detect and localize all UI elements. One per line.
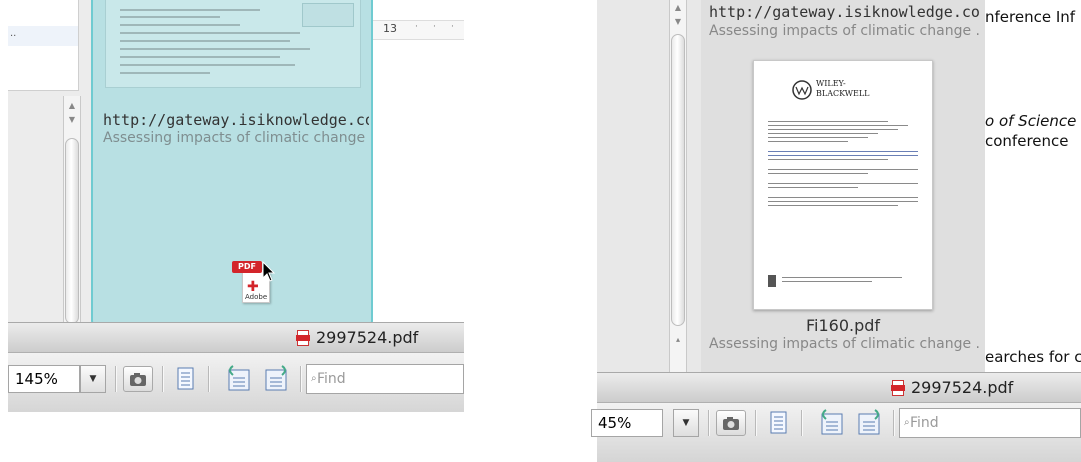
- selected-file-item[interactable]: http://gateway.isiknowledge.co... Assess…: [91, 0, 373, 326]
- file-item-subtitle: Assessing impacts of climatic change ...: [103, 130, 369, 146]
- page-icon: [770, 411, 787, 434]
- find-field[interactable]: ⌕ Find: [306, 364, 464, 394]
- page-button[interactable]: [171, 366, 201, 392]
- file-drawer: http://gateway.isiknowledge.co... Assess…: [701, 0, 985, 372]
- import-button[interactable]: [816, 408, 846, 435]
- zoom-value: 145%: [15, 370, 58, 388]
- scroll-marker-icon: ▴: [675, 335, 680, 344]
- logo-line2: BLACKWELL: [816, 89, 870, 98]
- document-page: nference Inf o of Science conference ear…: [985, 0, 1081, 372]
- chevron-down-icon: ▼: [682, 418, 690, 428]
- status-filename: 2997524.pdf: [316, 328, 419, 347]
- pdf-badge: PDF: [232, 261, 262, 273]
- logo-line1: WILEY-: [816, 79, 846, 88]
- find-placeholder: Find: [910, 415, 939, 431]
- file-item-title[interactable]: Fi160.pdf: [701, 316, 985, 335]
- export-button[interactable]: [260, 364, 290, 391]
- status-file[interactable]: 2997524.pdf: [296, 328, 418, 347]
- scroll-up-arrow-icon[interactable]: ▲: [64, 100, 80, 112]
- find-placeholder: Find: [317, 371, 346, 387]
- left-scrollbar[interactable]: ▲ ▼: [63, 96, 81, 324]
- thumb-footer-mark: [768, 275, 776, 287]
- ruler: 13 · · ·: [373, 20, 464, 40]
- scroll-thumb[interactable]: [671, 34, 685, 326]
- zoom-input[interactable]: 45%: [591, 409, 663, 437]
- chevron-down-icon: ▼: [89, 374, 97, 384]
- camera-icon: [723, 417, 739, 430]
- page-button[interactable]: [764, 410, 794, 436]
- toolbar: 145% ▼ ⌕ Find: [8, 352, 464, 412]
- page-icon: [177, 367, 194, 390]
- file-item-subtitle: Assessing impacts of climatic change ...: [709, 336, 979, 352]
- left-document-page: ..: [8, 0, 79, 91]
- cursor-arrow-icon: [262, 261, 276, 282]
- zoom-dropdown[interactable]: ▼: [80, 365, 106, 393]
- file-item-subtitle: Assessing impacts of climatic change ...: [709, 23, 979, 39]
- search-icon: ⌕: [904, 417, 910, 428]
- scroll-down-arrow-icon[interactable]: ▼: [64, 114, 80, 126]
- camera-button[interactable]: [716, 410, 746, 436]
- scroll-thumb[interactable]: [65, 138, 79, 324]
- camera-icon: [130, 373, 146, 386]
- right-scrollbar[interactable]: ▲ ▼ ▴: [669, 0, 687, 372]
- doc-text-line: nference Inf: [985, 8, 1076, 26]
- adobe-label: Adobe: [245, 293, 268, 301]
- export-icon: [265, 365, 287, 391]
- left-doc-highlight: [8, 26, 78, 46]
- export-icon: [858, 409, 880, 435]
- camera-button[interactable]: [123, 366, 153, 392]
- status-filename: 2997524.pdf: [911, 378, 1014, 397]
- export-button[interactable]: [853, 408, 883, 435]
- ruler-number: 13: [383, 22, 397, 35]
- import-icon: [821, 409, 843, 435]
- scroll-up-arrow-icon[interactable]: ▲: [670, 2, 686, 14]
- wiley-logo-icon: [792, 80, 812, 100]
- status-bar: 2997524.pdf: [8, 322, 464, 353]
- search-icon: ⌕: [311, 373, 317, 384]
- ruler-tick: ·: [415, 22, 418, 32]
- ruler-tick: ·: [451, 22, 454, 32]
- import-icon: [228, 365, 250, 391]
- toolbar: 45% ▼ ⌕ Find: [591, 402, 1081, 462]
- left-doc-ellipsis: ..: [10, 28, 17, 39]
- doc-text-line: earches for c: [985, 348, 1081, 366]
- find-field[interactable]: ⌕ Find: [899, 408, 1081, 438]
- left-window: .. ▲ ▼ 13 · · · http://gateway.isiknowle…: [8, 0, 464, 412]
- pdf-file-icon: [891, 380, 905, 396]
- scroll-down-arrow-icon[interactable]: ▼: [670, 16, 686, 28]
- import-button[interactable]: [223, 364, 253, 391]
- right-document-page: 13 · · ·: [373, 0, 464, 322]
- ruler-tick: ·: [433, 22, 436, 32]
- pdf-file-icon: [296, 330, 310, 346]
- preview-box: [302, 3, 354, 27]
- zoom-input[interactable]: 145%: [8, 365, 80, 393]
- file-item-title: http://gateway.isiknowledge.co...: [103, 111, 369, 129]
- dragged-pdf-file[interactable]: ✚ Adobe PDF: [232, 261, 276, 305]
- status-file[interactable]: 2997524.pdf: [891, 378, 1013, 397]
- doc-text-line: conference: [985, 132, 1069, 150]
- zoom-value: 45%: [598, 414, 632, 432]
- pdf-thumbnail[interactable]: WILEY- BLACKWELL: [753, 60, 933, 310]
- doc-text-line: o of Science: [985, 112, 1077, 130]
- status-bar: 2997524.pdf: [597, 372, 1081, 403]
- right-window: ▲ ▼ ▴ http://gateway.isiknowledge.co... …: [597, 0, 1081, 412]
- file-item-title[interactable]: http://gateway.isiknowledge.co...: [709, 3, 979, 21]
- zoom-dropdown[interactable]: ▼: [673, 409, 699, 437]
- document-preview: [105, 0, 361, 88]
